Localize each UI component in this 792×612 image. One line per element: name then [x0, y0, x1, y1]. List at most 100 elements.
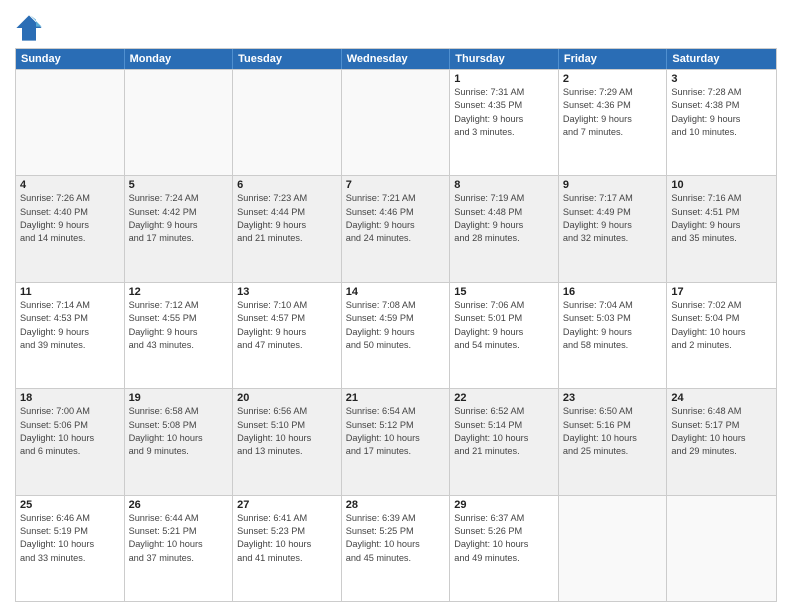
- cal-cell-4-0: 25Sunrise: 6:46 AM Sunset: 5:19 PM Dayli…: [16, 496, 125, 601]
- day-number: 5: [129, 179, 229, 191]
- cal-cell-1-2: 6Sunrise: 7:23 AM Sunset: 4:44 PM Daylig…: [233, 176, 342, 281]
- cal-cell-0-0: [16, 70, 125, 175]
- day-info: Sunrise: 7:28 AM Sunset: 4:38 PM Dayligh…: [671, 86, 772, 139]
- cal-header-thursday: Thursday: [450, 49, 559, 69]
- logo-icon: [15, 14, 43, 42]
- day-number: 23: [563, 392, 663, 404]
- cal-cell-2-1: 12Sunrise: 7:12 AM Sunset: 4:55 PM Dayli…: [125, 283, 234, 388]
- day-number: 4: [20, 179, 120, 191]
- day-info: Sunrise: 7:24 AM Sunset: 4:42 PM Dayligh…: [129, 192, 229, 245]
- day-info: Sunrise: 7:08 AM Sunset: 4:59 PM Dayligh…: [346, 299, 446, 352]
- day-number: 29: [454, 499, 554, 511]
- cal-cell-0-1: [125, 70, 234, 175]
- cal-cell-2-4: 15Sunrise: 7:06 AM Sunset: 5:01 PM Dayli…: [450, 283, 559, 388]
- cal-cell-1-3: 7Sunrise: 7:21 AM Sunset: 4:46 PM Daylig…: [342, 176, 451, 281]
- cal-cell-4-6: [667, 496, 776, 601]
- logo: [15, 14, 47, 42]
- cal-header-sunday: Sunday: [16, 49, 125, 69]
- calendar-body: 1Sunrise: 7:31 AM Sunset: 4:35 PM Daylig…: [16, 69, 776, 601]
- cal-row-0: 1Sunrise: 7:31 AM Sunset: 4:35 PM Daylig…: [16, 69, 776, 175]
- cal-cell-4-2: 27Sunrise: 6:41 AM Sunset: 5:23 PM Dayli…: [233, 496, 342, 601]
- day-number: 8: [454, 179, 554, 191]
- day-info: Sunrise: 7:12 AM Sunset: 4:55 PM Dayligh…: [129, 299, 229, 352]
- cal-header-saturday: Saturday: [667, 49, 776, 69]
- day-number: 11: [20, 286, 120, 298]
- page: SundayMondayTuesdayWednesdayThursdayFrid…: [0, 0, 792, 612]
- header: [15, 10, 777, 42]
- day-info: Sunrise: 7:23 AM Sunset: 4:44 PM Dayligh…: [237, 192, 337, 245]
- day-number: 7: [346, 179, 446, 191]
- day-number: 13: [237, 286, 337, 298]
- day-info: Sunrise: 7:19 AM Sunset: 4:48 PM Dayligh…: [454, 192, 554, 245]
- day-info: Sunrise: 7:04 AM Sunset: 5:03 PM Dayligh…: [563, 299, 663, 352]
- cal-header-wednesday: Wednesday: [342, 49, 451, 69]
- day-number: 15: [454, 286, 554, 298]
- cal-cell-1-6: 10Sunrise: 7:16 AM Sunset: 4:51 PM Dayli…: [667, 176, 776, 281]
- cal-cell-2-6: 17Sunrise: 7:02 AM Sunset: 5:04 PM Dayli…: [667, 283, 776, 388]
- day-info: Sunrise: 6:48 AM Sunset: 5:17 PM Dayligh…: [671, 405, 772, 458]
- day-number: 26: [129, 499, 229, 511]
- day-info: Sunrise: 6:50 AM Sunset: 5:16 PM Dayligh…: [563, 405, 663, 458]
- day-number: 27: [237, 499, 337, 511]
- day-info: Sunrise: 6:44 AM Sunset: 5:21 PM Dayligh…: [129, 512, 229, 565]
- day-number: 3: [671, 73, 772, 85]
- day-info: Sunrise: 6:37 AM Sunset: 5:26 PM Dayligh…: [454, 512, 554, 565]
- cal-cell-1-0: 4Sunrise: 7:26 AM Sunset: 4:40 PM Daylig…: [16, 176, 125, 281]
- day-info: Sunrise: 7:29 AM Sunset: 4:36 PM Dayligh…: [563, 86, 663, 139]
- cal-cell-3-2: 20Sunrise: 6:56 AM Sunset: 5:10 PM Dayli…: [233, 389, 342, 494]
- cal-cell-4-1: 26Sunrise: 6:44 AM Sunset: 5:21 PM Dayli…: [125, 496, 234, 601]
- cal-cell-0-3: [342, 70, 451, 175]
- day-info: Sunrise: 7:31 AM Sunset: 4:35 PM Dayligh…: [454, 86, 554, 139]
- day-info: Sunrise: 7:16 AM Sunset: 4:51 PM Dayligh…: [671, 192, 772, 245]
- day-info: Sunrise: 6:56 AM Sunset: 5:10 PM Dayligh…: [237, 405, 337, 458]
- cal-cell-3-0: 18Sunrise: 7:00 AM Sunset: 5:06 PM Dayli…: [16, 389, 125, 494]
- cal-cell-3-4: 22Sunrise: 6:52 AM Sunset: 5:14 PM Dayli…: [450, 389, 559, 494]
- cal-header-friday: Friday: [559, 49, 668, 69]
- day-info: Sunrise: 7:00 AM Sunset: 5:06 PM Dayligh…: [20, 405, 120, 458]
- cal-cell-4-4: 29Sunrise: 6:37 AM Sunset: 5:26 PM Dayli…: [450, 496, 559, 601]
- day-number: 19: [129, 392, 229, 404]
- day-info: Sunrise: 6:58 AM Sunset: 5:08 PM Dayligh…: [129, 405, 229, 458]
- day-number: 2: [563, 73, 663, 85]
- cal-cell-2-3: 14Sunrise: 7:08 AM Sunset: 4:59 PM Dayli…: [342, 283, 451, 388]
- day-number: 20: [237, 392, 337, 404]
- cal-cell-2-2: 13Sunrise: 7:10 AM Sunset: 4:57 PM Dayli…: [233, 283, 342, 388]
- day-info: Sunrise: 7:21 AM Sunset: 4:46 PM Dayligh…: [346, 192, 446, 245]
- day-info: Sunrise: 6:46 AM Sunset: 5:19 PM Dayligh…: [20, 512, 120, 565]
- calendar-header: SundayMondayTuesdayWednesdayThursdayFrid…: [16, 49, 776, 69]
- cal-header-monday: Monday: [125, 49, 234, 69]
- cal-cell-0-5: 2Sunrise: 7:29 AM Sunset: 4:36 PM Daylig…: [559, 70, 668, 175]
- day-info: Sunrise: 6:41 AM Sunset: 5:23 PM Dayligh…: [237, 512, 337, 565]
- cal-cell-3-1: 19Sunrise: 6:58 AM Sunset: 5:08 PM Dayli…: [125, 389, 234, 494]
- day-number: 17: [671, 286, 772, 298]
- cal-header-tuesday: Tuesday: [233, 49, 342, 69]
- day-number: 24: [671, 392, 772, 404]
- day-number: 21: [346, 392, 446, 404]
- day-info: Sunrise: 6:39 AM Sunset: 5:25 PM Dayligh…: [346, 512, 446, 565]
- cal-cell-2-5: 16Sunrise: 7:04 AM Sunset: 5:03 PM Dayli…: [559, 283, 668, 388]
- day-number: 10: [671, 179, 772, 191]
- cal-cell-2-0: 11Sunrise: 7:14 AM Sunset: 4:53 PM Dayli…: [16, 283, 125, 388]
- day-number: 25: [20, 499, 120, 511]
- day-number: 18: [20, 392, 120, 404]
- day-number: 12: [129, 286, 229, 298]
- day-number: 28: [346, 499, 446, 511]
- cal-row-1: 4Sunrise: 7:26 AM Sunset: 4:40 PM Daylig…: [16, 175, 776, 281]
- day-info: Sunrise: 6:52 AM Sunset: 5:14 PM Dayligh…: [454, 405, 554, 458]
- day-info: Sunrise: 7:06 AM Sunset: 5:01 PM Dayligh…: [454, 299, 554, 352]
- cal-cell-0-2: [233, 70, 342, 175]
- day-info: Sunrise: 7:14 AM Sunset: 4:53 PM Dayligh…: [20, 299, 120, 352]
- day-number: 14: [346, 286, 446, 298]
- cal-cell-3-6: 24Sunrise: 6:48 AM Sunset: 5:17 PM Dayli…: [667, 389, 776, 494]
- day-number: 1: [454, 73, 554, 85]
- day-info: Sunrise: 7:26 AM Sunset: 4:40 PM Dayligh…: [20, 192, 120, 245]
- cal-cell-4-5: [559, 496, 668, 601]
- day-number: 6: [237, 179, 337, 191]
- calendar: SundayMondayTuesdayWednesdayThursdayFrid…: [15, 48, 777, 602]
- cal-cell-0-6: 3Sunrise: 7:28 AM Sunset: 4:38 PM Daylig…: [667, 70, 776, 175]
- cal-row-3: 18Sunrise: 7:00 AM Sunset: 5:06 PM Dayli…: [16, 388, 776, 494]
- cal-cell-3-5: 23Sunrise: 6:50 AM Sunset: 5:16 PM Dayli…: [559, 389, 668, 494]
- cal-row-4: 25Sunrise: 6:46 AM Sunset: 5:19 PM Dayli…: [16, 495, 776, 601]
- day-info: Sunrise: 7:02 AM Sunset: 5:04 PM Dayligh…: [671, 299, 772, 352]
- cal-cell-1-1: 5Sunrise: 7:24 AM Sunset: 4:42 PM Daylig…: [125, 176, 234, 281]
